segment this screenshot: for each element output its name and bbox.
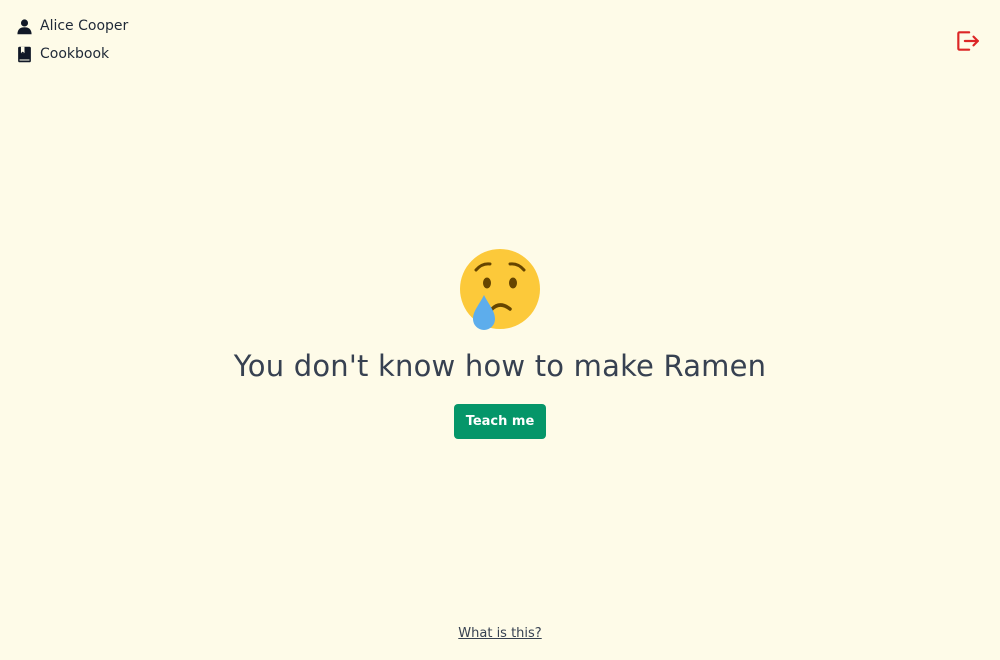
what-is-this-link[interactable]: What is this?	[458, 626, 541, 641]
nav-item-cookbook[interactable]: Cookbook	[16, 43, 128, 65]
nav-item-cookbook-label: Cookbook	[40, 46, 110, 62]
logout-icon	[957, 31, 979, 51]
user-icon	[16, 18, 33, 35]
teach-me-button[interactable]: Teach me	[453, 404, 547, 439]
logout-button[interactable]	[954, 28, 980, 54]
nav-item-profile-label: Alice Cooper	[40, 18, 129, 34]
page-message: You don't know how to make Ramen	[233, 349, 767, 383]
top-navigation: Alice Cooper Cookbook	[16, 15, 128, 71]
nav-item-profile[interactable]: Alice Cooper	[16, 15, 128, 37]
crying-face-icon	[458, 247, 542, 331]
main-content: You don't know how to make Ramen Teach m…	[0, 247, 1000, 439]
footer: What is this?	[0, 626, 1000, 641]
book-icon	[16, 46, 33, 63]
